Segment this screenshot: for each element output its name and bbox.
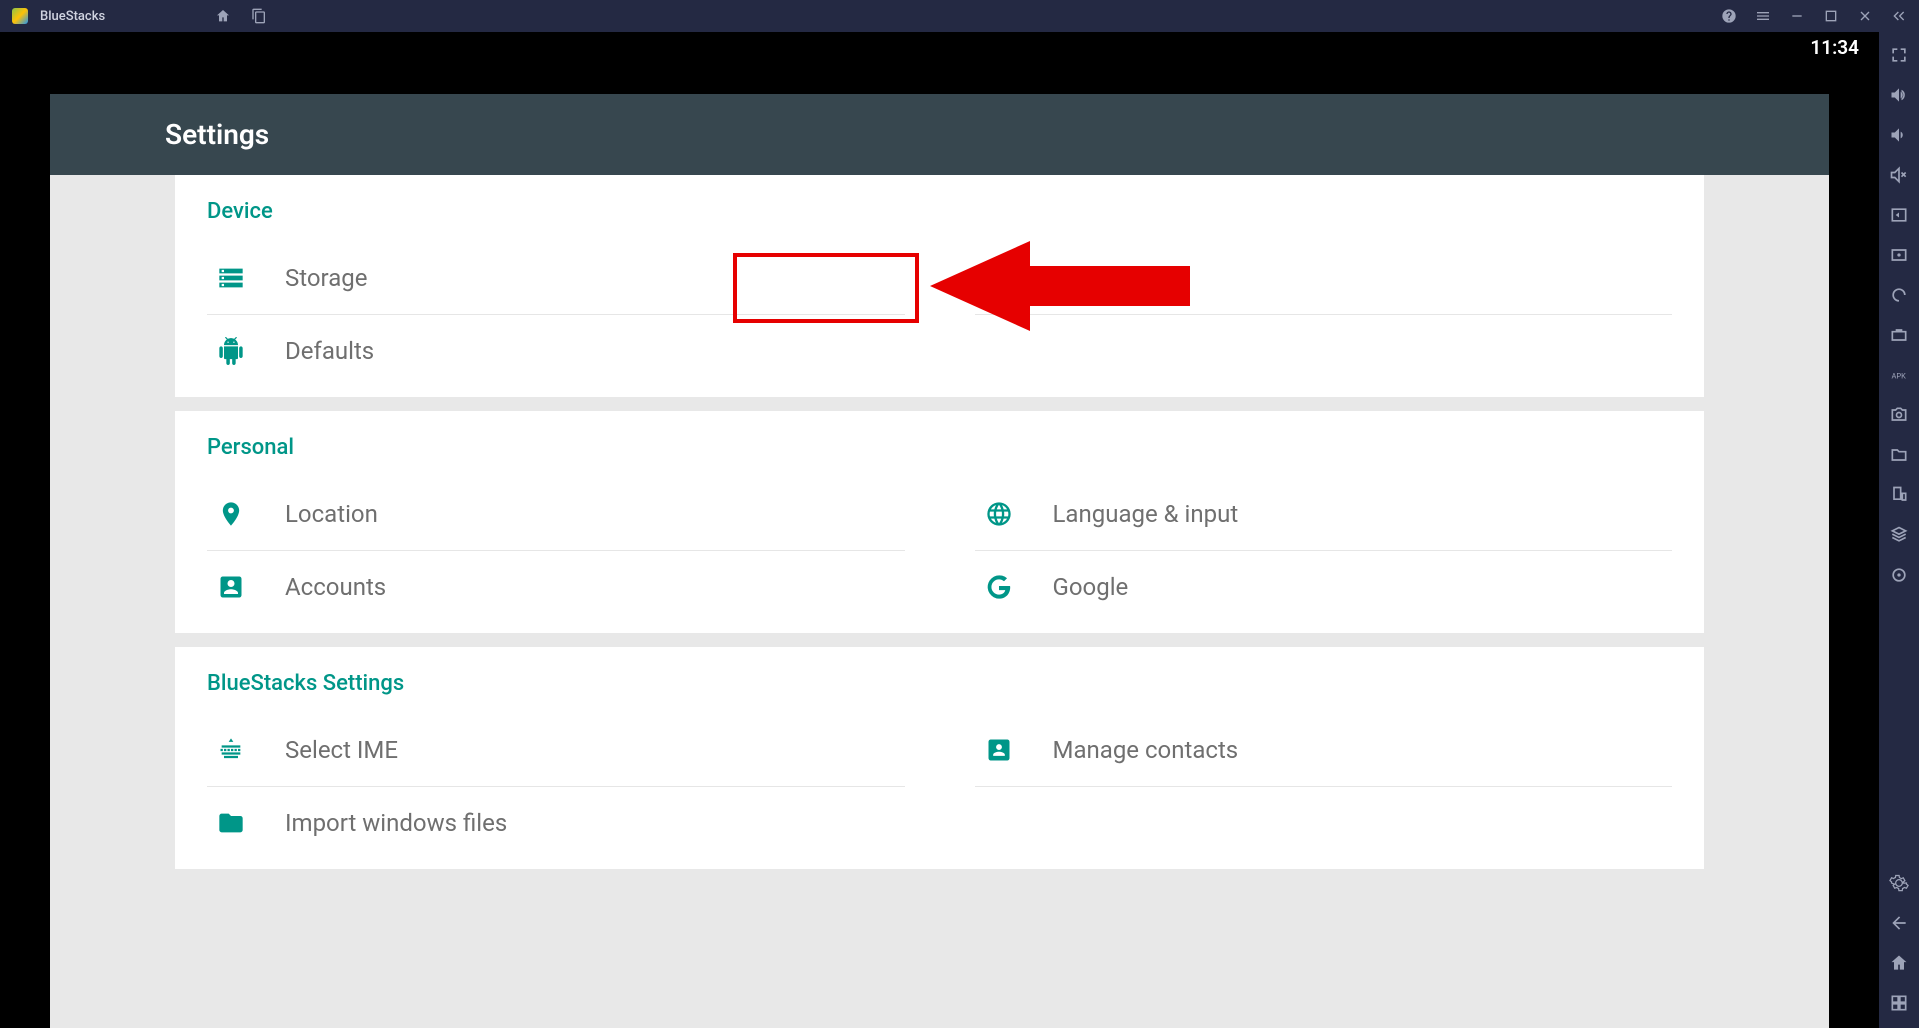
item-label: Apps — [1053, 264, 1108, 292]
sync-icon[interactable] — [1888, 284, 1910, 306]
back-icon[interactable] — [1888, 912, 1910, 934]
section-title-device: Device — [207, 199, 1672, 224]
minimize-icon[interactable] — [1789, 8, 1805, 24]
globe-icon — [985, 500, 1013, 528]
settings-body: Device Storage Apps — [50, 175, 1829, 1025]
maximize-icon[interactable] — [1823, 8, 1839, 24]
bluestacks-logo-icon — [12, 8, 28, 24]
item-label: Google — [1053, 573, 1129, 601]
storage-icon — [217, 264, 245, 292]
window-titlebar: BlueStacks — [0, 0, 1919, 32]
section-title-personal: Personal — [207, 435, 1672, 460]
media-folder-icon[interactable] — [1888, 444, 1910, 466]
close-icon[interactable] — [1857, 8, 1873, 24]
item-manage-contacts[interactable]: Manage contacts — [975, 714, 1673, 787]
macro-icon[interactable] — [1888, 244, 1910, 266]
volume-mute-icon[interactable] — [1888, 164, 1910, 186]
status-time: 11:34 — [1810, 36, 1859, 59]
section-device: Device Storage Apps — [175, 175, 1704, 397]
recents-icon[interactable] — [1888, 992, 1910, 1014]
home-nav-icon[interactable] — [1888, 952, 1910, 974]
item-storage[interactable]: Storage — [207, 242, 905, 315]
item-defaults[interactable]: Defaults — [207, 315, 905, 387]
install-apk-icon[interactable]: APK — [1888, 364, 1910, 386]
folder-icon — [217, 809, 245, 837]
item-label: Select IME — [285, 736, 398, 764]
google-icon — [985, 573, 1013, 601]
volume-up-icon[interactable] — [1888, 84, 1910, 106]
app-title: BlueStacks — [40, 9, 105, 24]
app-container: 11:34 Settings Device Storage — [0, 32, 1879, 1028]
keymap-icon[interactable] — [1888, 204, 1910, 226]
item-label: Accounts — [285, 573, 386, 601]
item-label: Location — [285, 500, 378, 528]
item-label: Storage — [285, 264, 367, 292]
collapse-sidebar-icon[interactable] — [1891, 8, 1907, 24]
location-icon[interactable] — [1888, 564, 1910, 586]
settings-header: Settings — [50, 94, 1829, 175]
android-icon — [985, 264, 1013, 292]
account-icon — [217, 573, 245, 601]
keyboard-icon — [217, 736, 245, 764]
item-select-ime[interactable]: Select IME — [207, 714, 905, 787]
item-google[interactable]: Google — [975, 551, 1673, 623]
item-label: Manage contacts — [1053, 736, 1239, 764]
item-accounts[interactable]: Accounts — [207, 551, 905, 623]
item-label: Defaults — [285, 337, 374, 365]
android-status-bar: 11:34 — [0, 32, 1879, 62]
screenshot-icon[interactable] — [1888, 404, 1910, 426]
help-icon[interactable] — [1721, 8, 1737, 24]
item-label: Import windows files — [285, 809, 507, 837]
section-personal: Personal Location Language & input — [175, 411, 1704, 633]
android-icon — [217, 337, 245, 365]
contacts-icon — [985, 736, 1013, 764]
item-apps[interactable]: Apps — [975, 242, 1673, 315]
settings-icon[interactable] — [1888, 872, 1910, 894]
svg-text:APK: APK — [1892, 371, 1907, 380]
multi-instance-icon[interactable] — [1888, 524, 1910, 546]
menu-icon[interactable] — [1755, 8, 1771, 24]
item-import-files[interactable]: Import windows files — [207, 787, 905, 859]
volume-down-icon[interactable] — [1888, 124, 1910, 146]
rotate-icon[interactable] — [1888, 484, 1910, 506]
item-label: Language & input — [1053, 500, 1239, 528]
toolbox-icon[interactable] — [1888, 324, 1910, 346]
section-bluestacks: BlueStacks Settings Select IME Manage co… — [175, 647, 1704, 869]
section-title-bluestacks: BlueStacks Settings — [207, 671, 1672, 696]
item-location[interactable]: Location — [207, 478, 905, 551]
copy-icon[interactable] — [251, 8, 267, 24]
item-language-input[interactable]: Language & input — [975, 478, 1673, 551]
location-icon — [217, 500, 245, 528]
settings-shell: Settings Device Storage — [50, 94, 1829, 1028]
home-icon[interactable] — [215, 8, 231, 24]
fullscreen-icon[interactable] — [1888, 44, 1910, 66]
right-toolbar: APK — [1879, 32, 1919, 1028]
